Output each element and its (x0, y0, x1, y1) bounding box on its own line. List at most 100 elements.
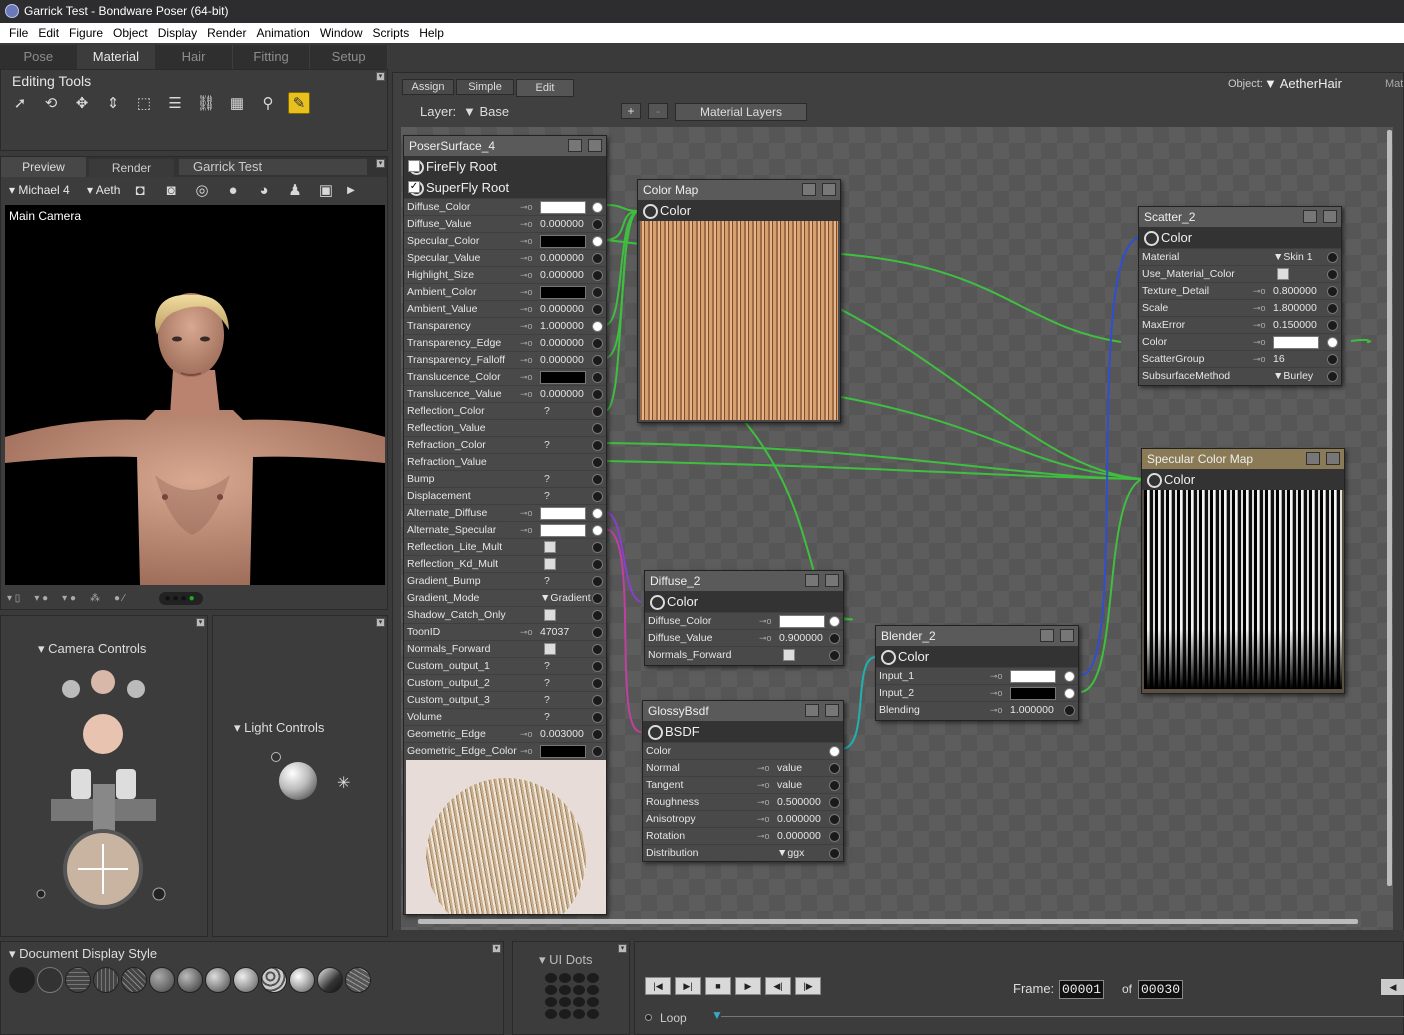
param-material[interactable]: Material ▼Skin 1 (1139, 248, 1341, 265)
flat-lined-style-icon[interactable] (177, 967, 203, 993)
param-color[interactable]: Color (643, 742, 843, 759)
color-swatch[interactable] (540, 235, 586, 248)
param-toonid[interactable]: ToonID ⊸o 47037 (404, 623, 606, 640)
cartoon-style-icon[interactable] (205, 967, 231, 993)
keyframe-icon[interactable]: ⊸o (520, 284, 533, 300)
input-socket-icon[interactable] (829, 780, 840, 791)
outline-style-icon[interactable] (37, 967, 63, 993)
input-socket-icon[interactable] (592, 576, 603, 587)
color-swatch[interactable] (540, 371, 586, 384)
param-distribution[interactable]: Distribution ▼ggx (643, 844, 843, 861)
menu-edit[interactable]: Edit (33, 26, 64, 40)
smooth-shaded-style-icon[interactable] (289, 967, 315, 993)
param-diffuse-color[interactable]: Diffuse_Color ⊸o (645, 612, 843, 629)
param-checkbox[interactable] (544, 541, 556, 553)
camera-controls-widget[interactable] (31, 664, 181, 914)
camera-orbit-icon[interactable]: ◎ (191, 179, 213, 201)
menu-file[interactable]: File (4, 26, 33, 40)
keyframe-icon[interactable]: ⊸o (520, 267, 533, 283)
param-anisotropy[interactable]: Anisotropy ⊸o 0.000000 (643, 810, 843, 827)
node-preview-icon[interactable] (825, 574, 839, 587)
keyframe-icon[interactable]: ⊸o (990, 702, 1003, 718)
input-socket-icon[interactable] (592, 389, 603, 400)
node-preview-icon[interactable] (1060, 629, 1074, 642)
menu-scripts[interactable]: Scripts (368, 26, 415, 40)
param-alternate-diffuse[interactable]: Alternate_Diffuse ⊸o (404, 504, 606, 521)
param-shadow-catch-only[interactable]: Shadow_Catch_Only (404, 606, 606, 623)
node-preview-icon[interactable] (1323, 210, 1337, 223)
param-highlight-size[interactable]: Highlight_Size ⊸o 0.000000 (404, 266, 606, 283)
input-socket-icon[interactable] (592, 474, 603, 485)
node-preview-icon[interactable] (1326, 452, 1340, 465)
param-checkbox[interactable] (544, 609, 556, 621)
input-socket-icon[interactable] (1327, 371, 1338, 382)
keyframe-icon[interactable]: ⊸o (520, 250, 533, 266)
color-swatch[interactable] (779, 615, 825, 628)
param-checkbox[interactable] (544, 643, 556, 655)
input-socket-icon[interactable] (592, 712, 603, 723)
param-custom-output-1[interactable]: Custom_output_1? (404, 657, 606, 674)
param-value[interactable]: 0.000000 (777, 811, 821, 827)
input-socket-icon[interactable] (829, 616, 840, 627)
menu-animation[interactable]: Animation (251, 26, 314, 40)
input-socket-icon[interactable] (592, 355, 603, 366)
input-socket-icon[interactable] (829, 763, 840, 774)
input-socket-icon[interactable] (592, 457, 603, 468)
node-header[interactable]: PoserSurface_4 (404, 136, 606, 156)
firefly-root-row[interactable]: FireFly Root (404, 156, 606, 177)
param-normal[interactable]: Normal ⊸o value (643, 759, 843, 776)
glossy-bsdf-node[interactable]: GlossyBsdf BSDF Color Normal ⊸o value Tangen… (642, 700, 844, 862)
keyframe-icon[interactable]: ⊸o (520, 369, 533, 385)
output-color[interactable]: Color (645, 591, 843, 612)
param-blending[interactable]: Blending ⊸o 1.000000 (876, 701, 1078, 718)
chain-icon[interactable]: ⛓ (195, 92, 217, 114)
panel-menu-button[interactable]: ▾ (196, 618, 205, 627)
scroll-right-icon[interactable]: ▶ (346, 179, 356, 201)
param-texture-detail[interactable]: Texture_Detail ⊸o 0.800000 (1139, 282, 1341, 299)
taper-icon[interactable]: ☰ (164, 92, 186, 114)
node-options-icon[interactable] (1040, 629, 1054, 642)
param-input-1[interactable]: Input_1 ⊸o (876, 667, 1078, 684)
param-value[interactable]: 0.900000 (779, 630, 823, 646)
input-socket-icon[interactable] (592, 593, 603, 604)
param-value[interactable]: 0.800000 (1273, 283, 1317, 299)
output-color[interactable]: Color (1139, 227, 1341, 248)
keyframe-icon[interactable]: ⊸o (757, 760, 770, 776)
input-socket-icon[interactable] (592, 287, 603, 298)
param-specular-value[interactable]: Specular_Value ⊸o 0.000000 (404, 249, 606, 266)
keyframe-icon[interactable]: ⊸o (520, 216, 533, 232)
node-options-icon[interactable] (802, 183, 816, 196)
param-color[interactable]: Color ⊸o (1139, 333, 1341, 350)
keyframe-icon[interactable]: ⊸o (1253, 300, 1266, 316)
keyframe-icon[interactable]: ⊸o (1253, 283, 1266, 299)
input-socket-icon[interactable] (592, 440, 603, 451)
param-transparency-falloff[interactable]: Transparency_Falloff ⊸o 0.000000 (404, 351, 606, 368)
scatter-node[interactable]: Scatter_2 Color Material ▼Skin 1 Use_Mater… (1138, 206, 1342, 386)
param-value[interactable]: 0.500000 (777, 794, 821, 810)
param-volume[interactable]: Volume? (404, 708, 606, 725)
go-to-end-button[interactable]: ▶| (675, 977, 701, 995)
total-frames-field[interactable]: 00030 (1138, 980, 1184, 999)
param-reflection-kd-mult[interactable]: Reflection_Kd_Mult (404, 555, 606, 572)
element-style-menu-icon[interactable]: ▾ ● (62, 593, 76, 604)
panel-menu-button[interactable]: ▾ (618, 944, 627, 953)
param-transparency[interactable]: Transparency ⊸o 1.000000 (404, 317, 606, 334)
tab-assign[interactable]: Assign (402, 79, 454, 95)
main-viewport[interactable]: Main Camera (5, 205, 385, 585)
input-socket-icon[interactable] (1327, 286, 1338, 297)
input-socket-icon[interactable] (1064, 705, 1075, 716)
color-swatch[interactable] (540, 507, 586, 520)
input-socket-icon[interactable] (592, 695, 603, 706)
param-displacement[interactable]: Displacement? (404, 487, 606, 504)
node-options-icon[interactable] (1303, 210, 1317, 223)
color-swatch[interactable] (540, 201, 586, 214)
param-value[interactable]: 0.000000 (540, 250, 584, 266)
param-value[interactable]: value (777, 777, 802, 793)
output-color[interactable]: Color (1142, 469, 1344, 490)
tab-setup[interactable]: Setup (310, 45, 388, 69)
light-sphere-icon[interactable]: ◕ (253, 179, 275, 201)
panel-menu-button[interactable]: ▾ (376, 159, 385, 168)
keyframe-icon[interactable]: ⊸o (520, 318, 533, 334)
input-socket-icon[interactable] (592, 678, 603, 689)
input-socket-icon[interactable] (829, 746, 840, 757)
